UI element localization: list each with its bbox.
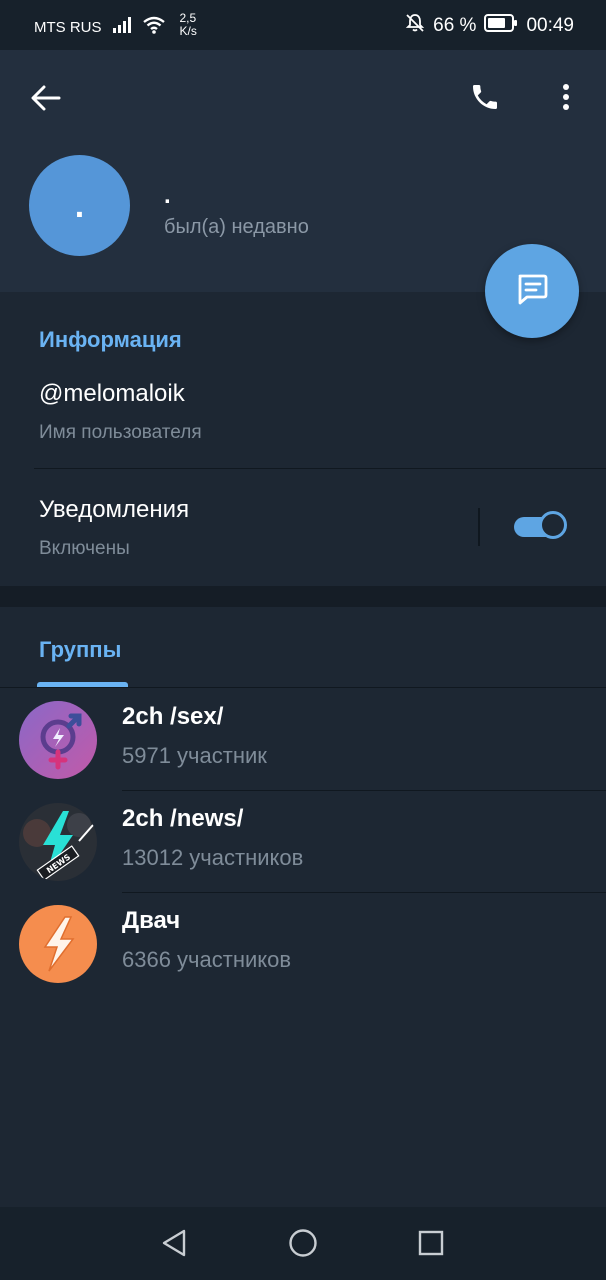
system-nav-bar [0, 1207, 606, 1280]
nav-home-button[interactable] [283, 1225, 323, 1265]
section-gap [0, 586, 606, 607]
phone-icon [469, 81, 501, 118]
tab-underline [0, 687, 606, 688]
group-name: 2ch /sex/ [122, 703, 224, 730]
username-caption: Имя пользователя [39, 422, 202, 443]
network-speed: 2,5 K/s [179, 10, 197, 38]
group-members: 5971 участник [122, 743, 267, 768]
group-name: 2ch /news/ [122, 805, 244, 832]
group-item-2ch-news[interactable]: NEWS 2ch /news/ 13012 участников [0, 791, 606, 893]
battery-icon [484, 14, 518, 38]
group-item-dvach[interactable]: Двач 6366 участников [0, 893, 606, 995]
info-section: Информация @melomaloik Имя пользователя … [0, 294, 606, 586]
group-item-2ch-sex[interactable]: 2ch /sex/ 5971 участник [0, 689, 606, 791]
lightning-avatar [19, 905, 97, 983]
more-vertical-icon [562, 83, 570, 116]
profile-name: . [164, 182, 171, 209]
group-members: 13012 участников [122, 845, 304, 870]
square-recent-icon [417, 1229, 445, 1262]
message-icon [513, 270, 551, 313]
status-bar-left: MTS RUS 2,5 K/s [34, 11, 197, 39]
notifications-value: Включены [39, 538, 130, 559]
group-members: 6366 участников [122, 947, 292, 972]
network-speed-unit: K/s [179, 23, 197, 38]
nav-recent-button[interactable] [411, 1225, 451, 1265]
network-speed-value: 2,5 [179, 10, 197, 25]
nav-back-button[interactable] [154, 1225, 194, 1265]
group-name: Двач [122, 907, 181, 934]
info-section-title: Информация [39, 327, 182, 352]
triangle-back-icon [160, 1228, 188, 1263]
groups-section: Группы 2ch /sex/ 5971 участник NEWS 2ch … [0, 607, 606, 1207]
username-value: @melomaloik [39, 380, 185, 407]
call-button[interactable] [460, 74, 510, 124]
avatar-letter: . [74, 186, 85, 225]
notifications-toggle[interactable] [512, 511, 572, 543]
signal-icon [112, 17, 132, 38]
toggle-separator [478, 508, 480, 546]
status-bar-right: 66 % 00:49 [405, 13, 574, 39]
gender-symbol-avatar [19, 701, 97, 779]
toggle-knob [539, 511, 567, 539]
carrier-label: MTS RUS [34, 19, 102, 36]
send-message-button[interactable] [485, 244, 579, 338]
last-seen-status: был(а) недавно [164, 216, 309, 238]
bell-off-icon [405, 13, 425, 39]
tab-groups[interactable]: Группы [39, 637, 121, 663]
battery-percent: 66 % [433, 15, 477, 36]
avatar[interactable]: . [29, 155, 130, 256]
status-bar: MTS RUS 2,5 K/s 66 % 00:49 [0, 0, 606, 50]
back-button[interactable] [22, 76, 70, 124]
news-lightning-avatar: NEWS [19, 803, 97, 881]
circle-home-icon [288, 1228, 318, 1263]
wifi-icon [142, 16, 166, 39]
notifications-label: Уведомления [39, 496, 190, 523]
more-menu-button[interactable] [544, 74, 588, 124]
arrow-left-icon [31, 85, 61, 116]
username-row[interactable]: @melomaloik Имя пользователя [0, 364, 606, 468]
clock: 00:49 [526, 15, 574, 36]
